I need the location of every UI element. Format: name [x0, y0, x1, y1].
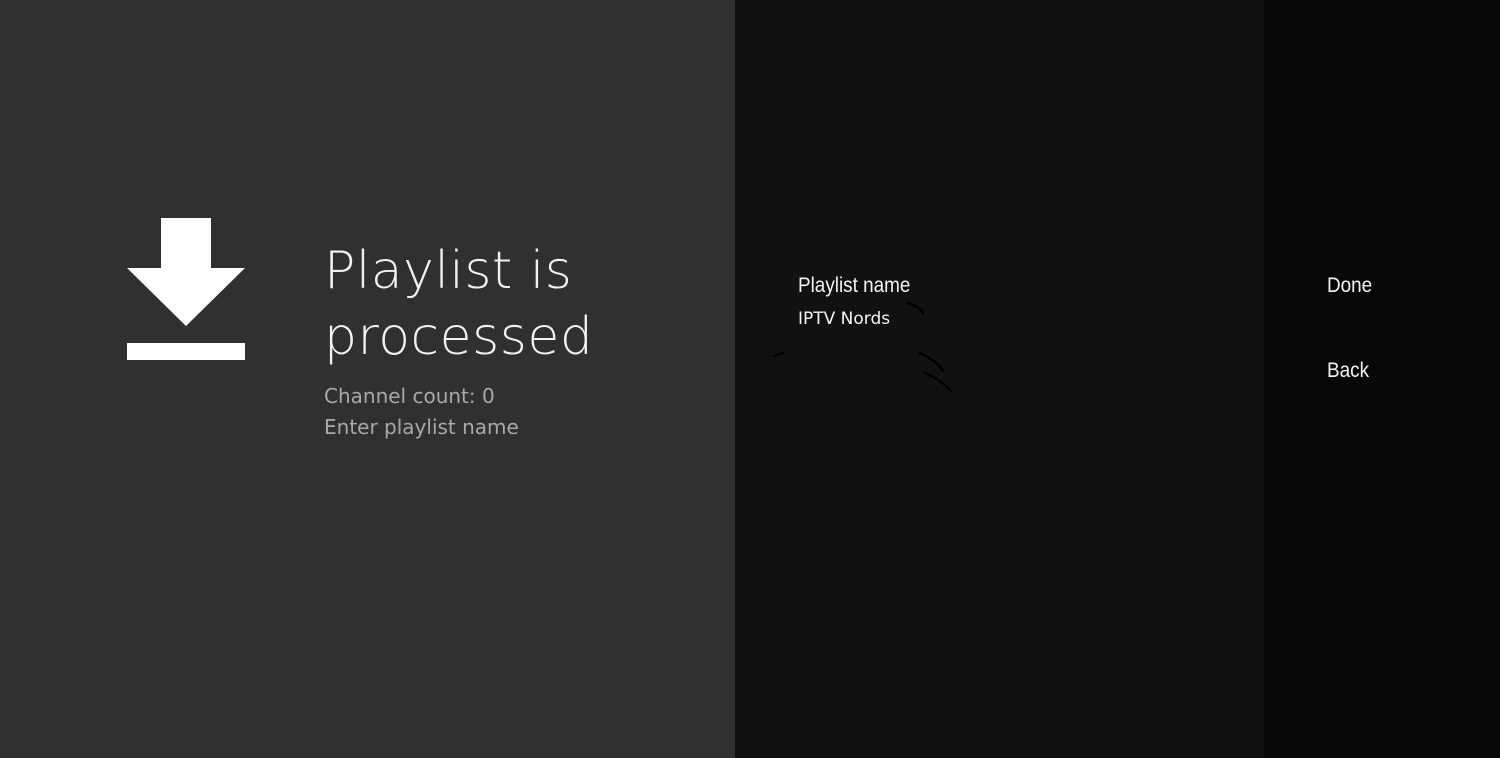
back-button[interactable]: Back: [1327, 358, 1369, 384]
guidance-panel: Playlist is processed Channel count: 0 E…: [0, 0, 735, 758]
channel-count: Channel count: 0: [324, 384, 495, 408]
actions-panel: [1264, 0, 1500, 758]
done-button[interactable]: Done: [1327, 273, 1372, 299]
playlist-setup-screen: Playlist is processed Channel count: 0 E…: [0, 0, 1500, 758]
playlist-name-label: Playlist name: [798, 274, 911, 297]
instruction-text: Enter playlist name: [324, 415, 519, 439]
form-panel: [735, 0, 1264, 758]
page-title: Playlist is processed: [324, 241, 594, 367]
download-icon: [127, 218, 245, 360]
playlist-name-input[interactable]: [798, 308, 1018, 330]
